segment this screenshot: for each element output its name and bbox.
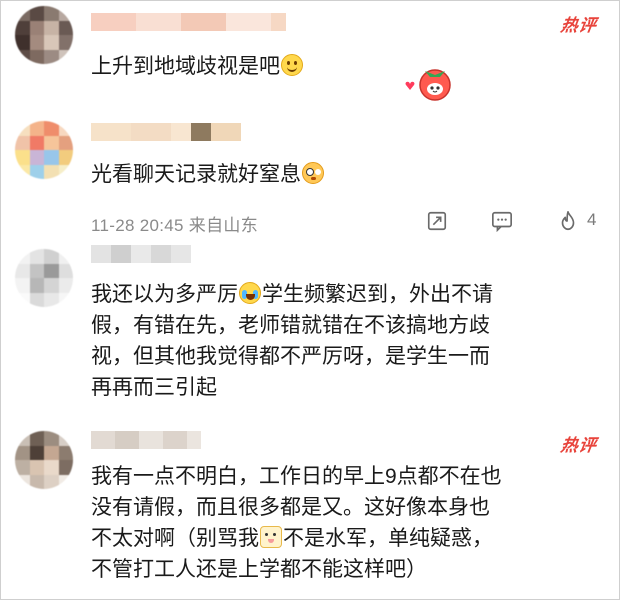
hot-comment-badge: 热评 [559,436,599,455]
comment-text-line: 我有一点不明白，工作日的早上9点都不在也 [91,465,502,488]
comment-time-location: 11-28 20:45 来自山东 [91,216,259,235]
comment-text: 我有一点不明白，工作日的早上9点都不在也 没有请假，而且很多都是又。这好像本身也不… [91,461,611,585]
avatar[interactable] [15,249,73,307]
username-blurred[interactable] [91,13,291,31]
comment-text-line: 不太对啊（别骂我 [91,527,259,550]
like-count: 4 [587,210,597,229]
comment-text-line: 再再而三引起 [91,376,217,399]
avatar[interactable] [15,6,73,64]
comment-4: 热评 我有一点不明白，工作日的早上9点都不在也 没有请假，而且很多都是又。这好像本… [1,421,620,601]
comment-text-line: 学生频繁迟到，外出不请 [262,283,493,306]
comment-1: 热评 上升到地域歧视是吧 [1,1,620,111]
comment-meta-row: 11-28 20:45 来自山东 [91,210,611,235]
comment-text-line: 视，但其他我觉得都不严厉呀，是学生一而 [91,345,490,368]
comment-text-line: 不是水军，单纯疑惑， [283,527,493,550]
username-blurred[interactable] [91,431,211,449]
like-button[interactable] [557,210,579,234]
smile-emoji-icon [281,54,303,76]
share-button[interactable] [426,210,448,234]
flame-like-icon [561,211,575,231]
comment-text-line: 我还以为多严厉 [91,283,238,306]
strawberry-sticker-icon [405,69,451,101]
avatar[interactable] [15,431,73,489]
avatar[interactable] [15,121,73,179]
username-blurred[interactable] [91,123,251,141]
comment-text-content: 光看聊天记录就好窒息 [91,163,301,186]
comment-text-line: 没有请假，而且很多都是又。这好像本身也 [91,496,490,519]
flushed-emoji-icon [302,162,324,184]
comment-icon [492,211,512,233]
share-icon [427,211,447,231]
comment-text-line: 不管打工人还是上学都不能这样吧） [91,558,427,581]
comment-text: 光看聊天记录就好窒息 [91,159,611,190]
comment-text-line: 假，有错在先，老师错就错在不该搞地方歧 [91,314,490,337]
username-blurred[interactable] [91,245,201,263]
comment-text-content: 上升到地域歧视是吧 [91,55,280,78]
hot-comment-badge: 热评 [559,16,599,35]
comment-3: 我还以为多严厉 学生频繁迟到，外出不请假，有错在先，老师错就错在不该搞地方歧 视，但… [1,239,620,429]
comment-text: 上升到地域歧视是吧 [91,51,611,82]
dog-emoji-icon [260,526,282,548]
crying-laughing-emoji-icon [239,282,261,304]
comment-text: 我还以为多严厉 学生频繁迟到，外出不请假，有错在先，老师错就错在不该搞地方歧 视，但… [91,279,611,403]
reply-button[interactable] [491,210,513,234]
